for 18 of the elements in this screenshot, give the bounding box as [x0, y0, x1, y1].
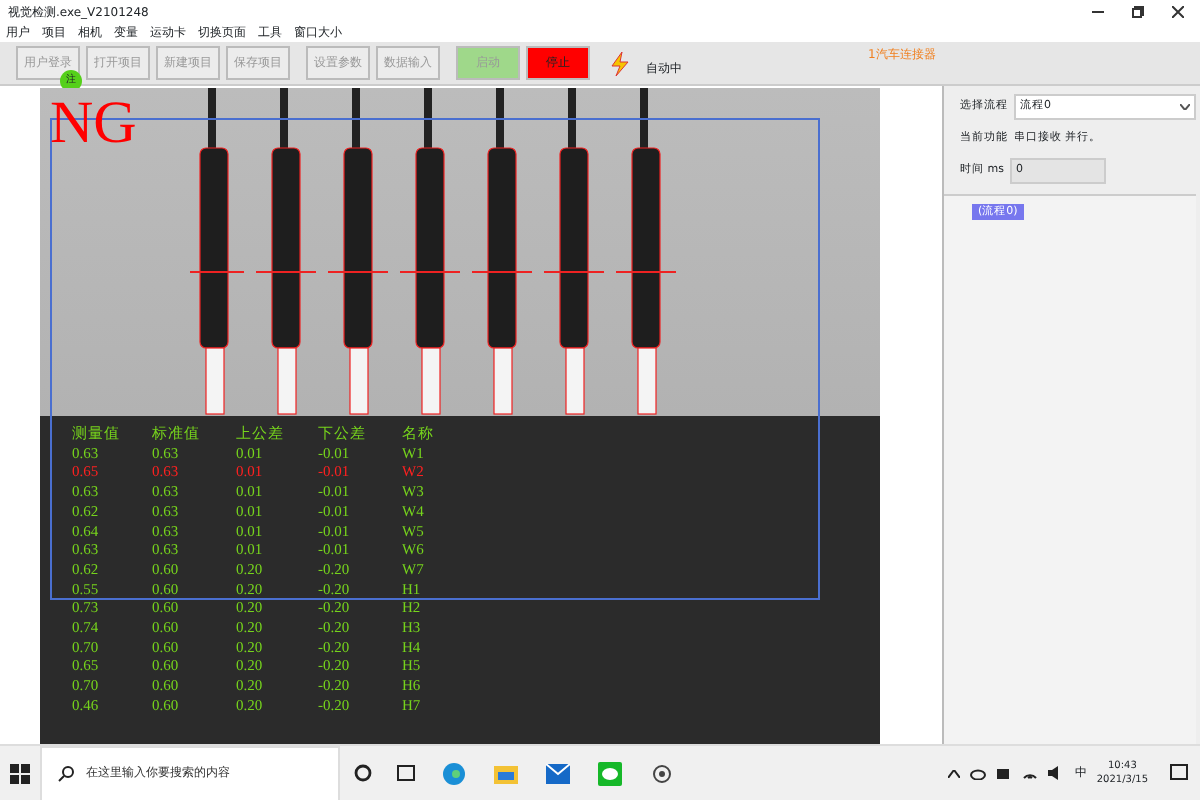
notification-icon[interactable]	[1170, 764, 1188, 782]
restore-icon[interactable]	[1132, 6, 1144, 18]
app-icon[interactable]	[652, 763, 672, 783]
task-view-icon[interactable]	[396, 764, 416, 782]
minimize-icon[interactable]	[1092, 6, 1104, 18]
folder-icon[interactable]	[494, 763, 518, 783]
search-icon	[58, 765, 74, 781]
windows-start-icon[interactable]	[10, 763, 30, 783]
lightning-icon	[608, 51, 632, 75]
close-icon[interactable]	[1172, 6, 1184, 18]
chevron-up-icon[interactable]	[948, 769, 961, 777]
battery-icon[interactable]	[996, 767, 1013, 779]
circle-icon[interactable]	[353, 764, 371, 782]
cloud-icon[interactable]	[970, 767, 987, 779]
chevron-icon	[1180, 104, 1190, 110]
mail-icon[interactable]	[546, 763, 570, 783]
chat-icon[interactable]	[598, 761, 622, 785]
browser-icon[interactable]	[442, 761, 466, 785]
